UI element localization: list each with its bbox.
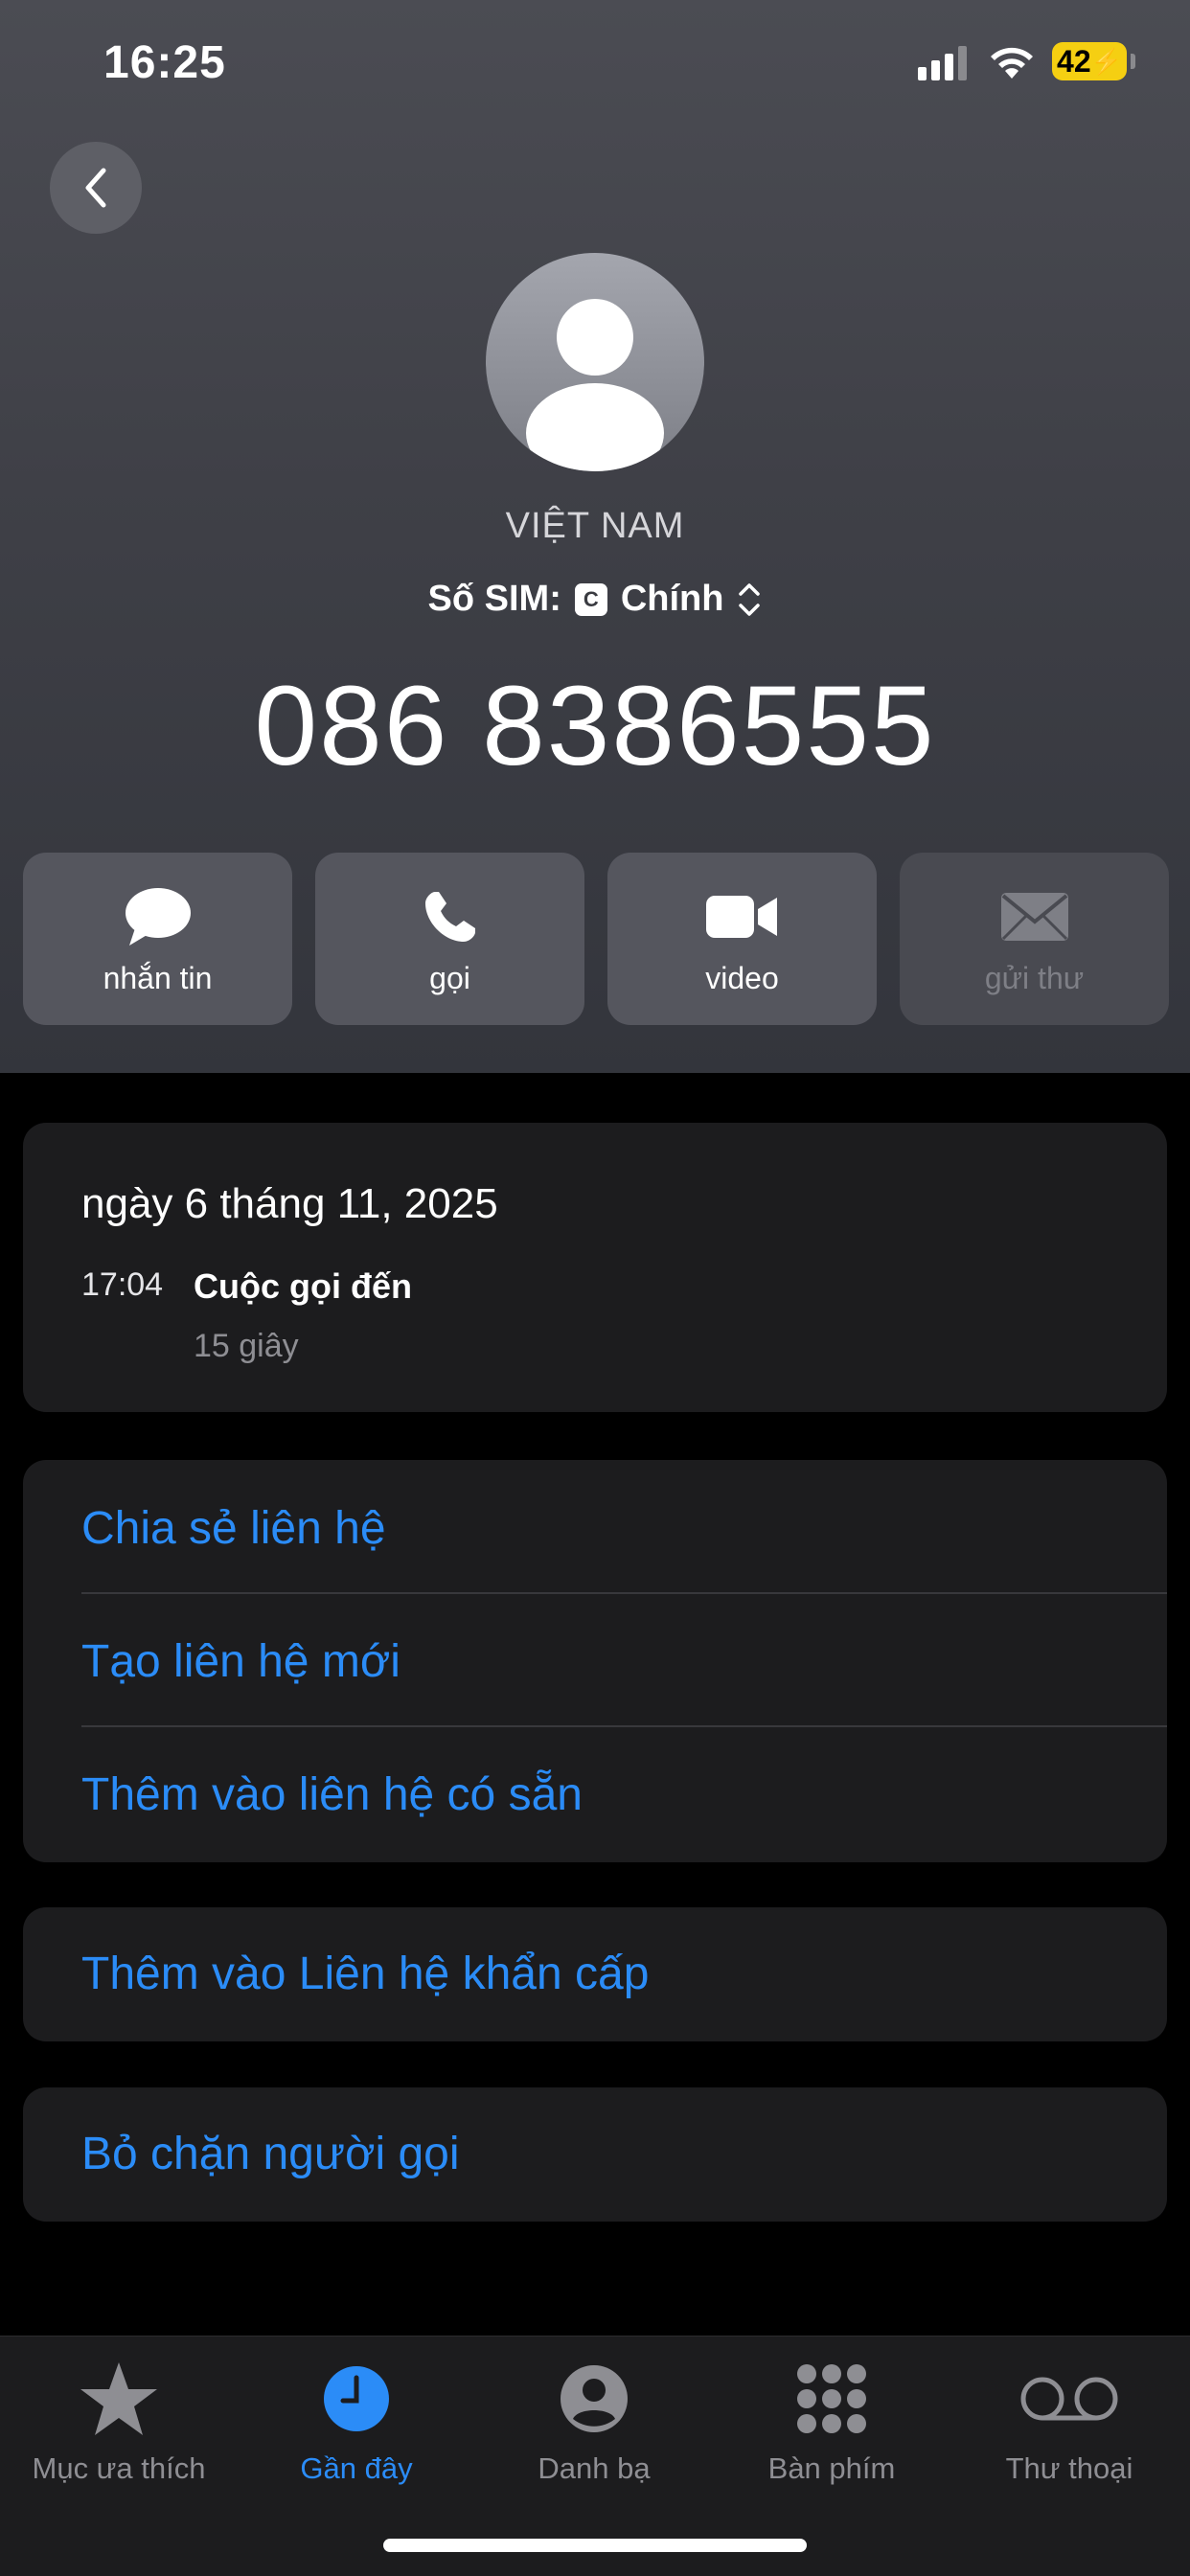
battery-cap bbox=[1131, 54, 1135, 69]
history-date: ngày 6 tháng 11, 2025 bbox=[81, 1180, 498, 1227]
tab-voicemail[interactable]: Thư thoại bbox=[950, 2356, 1188, 2486]
share-contact-button[interactable]: Chia sẻ liên hệ bbox=[81, 1502, 386, 1555]
unblock-caller-button[interactable]: Bỏ chặn người gọi bbox=[81, 2128, 460, 2180]
video-icon bbox=[705, 895, 777, 938]
battery-indicator: 42 ⚡ bbox=[1052, 42, 1127, 80]
tab-recents[interactable]: Gần đây bbox=[238, 2356, 475, 2486]
tab-favorites[interactable]: Mục ưa thích bbox=[0, 2356, 238, 2486]
chevron-left-icon bbox=[85, 168, 106, 208]
phone-icon bbox=[424, 891, 475, 942]
tab-recents-label: Gần đây bbox=[300, 2451, 413, 2485]
call-duration: 15 giây bbox=[194, 1328, 299, 1364]
cellular-signal-icon bbox=[918, 46, 967, 80]
back-button[interactable] bbox=[50, 142, 142, 234]
contact-region: VIỆT NAM bbox=[505, 506, 685, 546]
chevron-up-down-icon bbox=[739, 582, 761, 616]
tab-favorites-label: Mục ưa thích bbox=[32, 2451, 206, 2485]
sim-value: Chính bbox=[620, 579, 724, 619]
sim-badge: C bbox=[574, 582, 607, 616]
tab-contacts-label: Danh bạ bbox=[538, 2451, 651, 2485]
mail-icon bbox=[1000, 892, 1068, 941]
call-type: Cuộc gọi đến bbox=[194, 1266, 412, 1306]
tab-voicemail-label: Thư thoại bbox=[1005, 2451, 1133, 2485]
contact-options-card: Chia sẻ liên hệ Tạo liên hệ mới Thêm vào… bbox=[23, 1460, 1167, 1862]
call-time: 17:04 bbox=[81, 1266, 164, 1303]
video-button[interactable]: video bbox=[607, 853, 877, 1025]
call-history-card: ngày 6 tháng 11, 2025 17:04 Cuộc gọi đến… bbox=[23, 1123, 1167, 1412]
create-contact-button[interactable]: Tạo liên hệ mới bbox=[81, 1635, 400, 1688]
unblock-card: Bỏ chặn người gọi bbox=[23, 2087, 1167, 2222]
message-button[interactable]: nhắn tin bbox=[23, 853, 292, 1025]
mail-label: gửi thư bbox=[984, 960, 1085, 995]
quick-actions: nhắn tin gọi video gửi thư bbox=[23, 853, 1169, 1025]
star-icon bbox=[80, 2362, 157, 2435]
charging-bolt-icon: ⚡ bbox=[1090, 46, 1122, 76]
divider bbox=[81, 1725, 1167, 1727]
contact-avatar bbox=[486, 253, 704, 471]
tab-contacts[interactable]: Danh bạ bbox=[475, 2356, 713, 2486]
voicemail-icon bbox=[1020, 2377, 1118, 2421]
message-icon bbox=[125, 887, 191, 946]
call-label: gọi bbox=[429, 960, 470, 995]
keypad-icon bbox=[797, 2364, 866, 2433]
home-indicator[interactable] bbox=[383, 2539, 807, 2552]
video-label: video bbox=[705, 960, 779, 995]
add-to-existing-contact-button[interactable]: Thêm vào liên hệ có sẵn bbox=[81, 1768, 583, 1821]
sim-label: Số SIM: bbox=[427, 579, 561, 619]
divider bbox=[81, 1592, 1167, 1594]
call-button[interactable]: gọi bbox=[315, 853, 584, 1025]
sim-selector[interactable]: Số SIM: C Chính bbox=[0, 579, 1190, 620]
message-label: nhắn tin bbox=[103, 960, 213, 995]
person-circle-icon bbox=[561, 2365, 628, 2432]
wifi-icon bbox=[991, 47, 1033, 79]
tab-keypad[interactable]: Bàn phím bbox=[713, 2356, 950, 2486]
status-time: 16:25 bbox=[103, 37, 226, 88]
person-silhouette-icon bbox=[526, 299, 664, 471]
emergency-contact-card: Thêm vào Liên hệ khẩn cấp bbox=[23, 1907, 1167, 2041]
add-emergency-contact-button[interactable]: Thêm vào Liên hệ khẩn cấp bbox=[81, 1948, 649, 2000]
battery-level: 42 bbox=[1057, 43, 1091, 79]
mail-button[interactable]: gửi thư bbox=[900, 853, 1169, 1025]
phone-number: 086 8386555 bbox=[254, 663, 936, 789]
tab-keypad-label: Bàn phím bbox=[767, 2451, 896, 2485]
clock-icon bbox=[324, 2366, 389, 2431]
